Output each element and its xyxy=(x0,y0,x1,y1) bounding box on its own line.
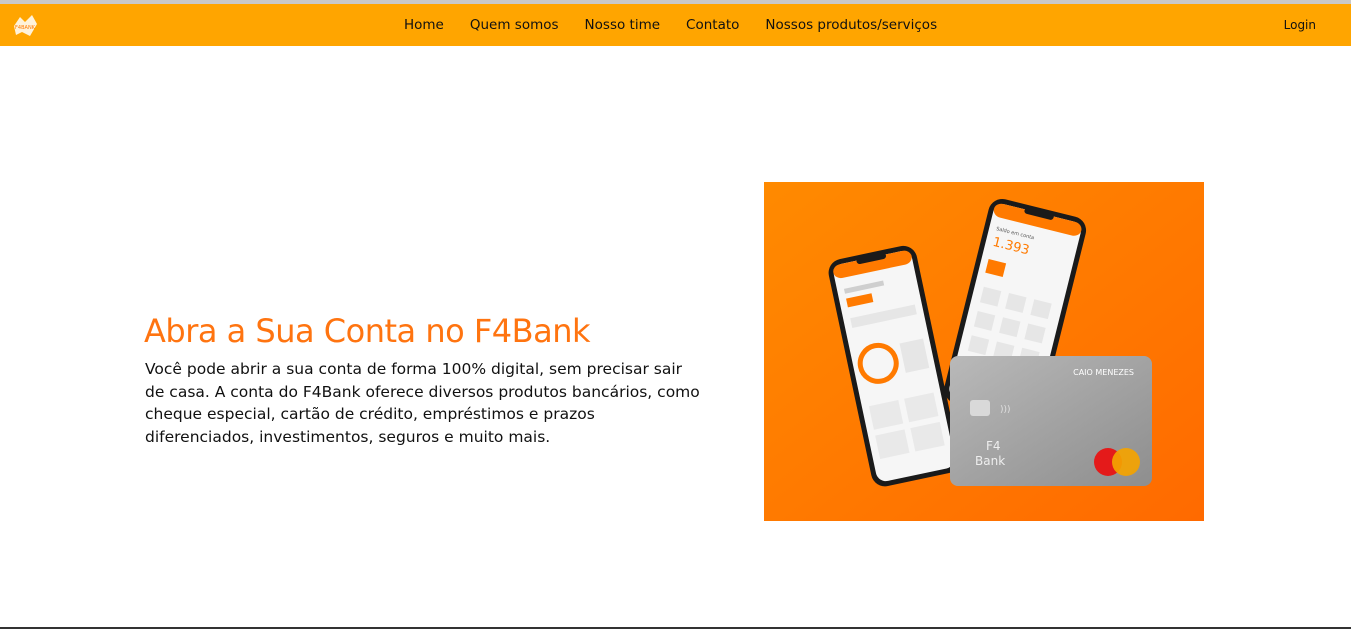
page: F4BANK Home Quem somos Nosso time Contat… xyxy=(0,0,1351,629)
f4bank-logo[interactable]: F4BANK xyxy=(10,12,40,40)
main-nav: Home Quem somos Nosso time Contato Nosso… xyxy=(404,4,963,46)
navbar: F4BANK Home Quem somos Nosso time Contat… xyxy=(0,4,1351,46)
nav-produtos-servicos[interactable]: Nossos produtos/serviços xyxy=(765,17,937,33)
hero-description: Você pode abrir a sua conta de forma 100… xyxy=(145,360,700,446)
credit-card: CAIO MENEZES ))) F4 Bank xyxy=(950,356,1152,486)
mastercard-logo xyxy=(1094,448,1140,476)
card-chip xyxy=(970,400,990,416)
hero-title: Abra a Sua Conta no F4Bank xyxy=(144,312,591,350)
nav-quem-somos[interactable]: Quem somos xyxy=(470,17,559,33)
contactless-icon: ))) xyxy=(1000,405,1011,415)
phones-and-card-illustration: Saldo em conta 1.393 CAIO MENEZES ))) F4… xyxy=(764,182,1204,521)
svg-text:Bank: Bank xyxy=(975,454,1005,468)
nav-nosso-time[interactable]: Nosso time xyxy=(585,17,660,33)
svg-text:CAIO MENEZES: CAIO MENEZES xyxy=(1073,368,1134,377)
svg-text:F4: F4 xyxy=(986,439,1001,453)
login-link[interactable]: Login xyxy=(1284,4,1316,46)
nav-home[interactable]: Home xyxy=(404,17,444,33)
svg-text:F4BANK: F4BANK xyxy=(15,25,36,31)
nav-contato[interactable]: Contato xyxy=(686,17,739,33)
